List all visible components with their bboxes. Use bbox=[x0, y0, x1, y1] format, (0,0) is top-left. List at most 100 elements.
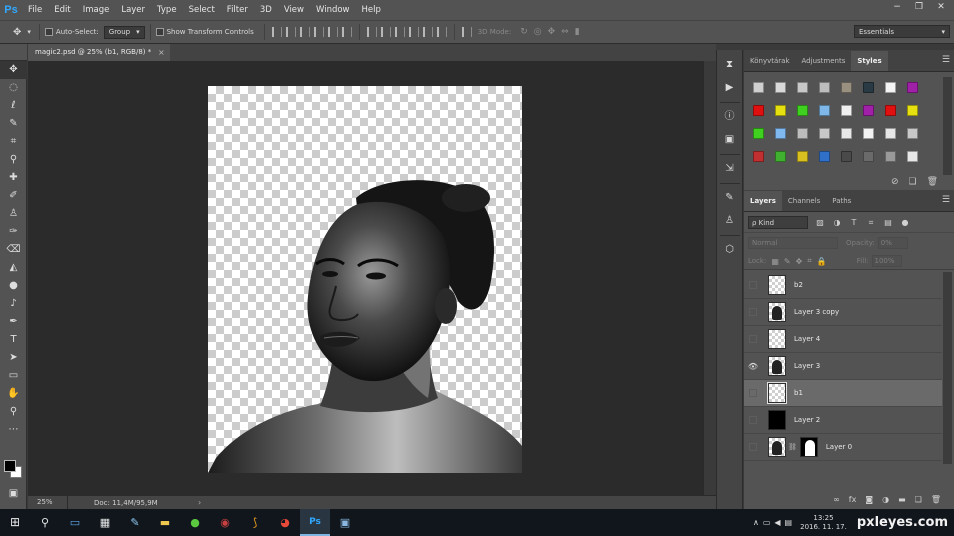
new-layer-icon[interactable]: ❏ bbox=[915, 495, 922, 504]
calculator-icon[interactable]: ▦ bbox=[90, 509, 120, 536]
trash-icon[interactable]: 🗑 bbox=[931, 495, 941, 504]
align-horizontal-center-icon[interactable] bbox=[327, 27, 338, 37]
link-layers-icon[interactable]: ∞ bbox=[833, 495, 840, 504]
panel-menu-icon[interactable]: ☰ bbox=[942, 195, 950, 205]
layer-thumbnail[interactable] bbox=[768, 410, 786, 430]
layer-thumbnail[interactable] bbox=[767, 382, 787, 404]
zoom-tool-icon[interactable]: ⚲ bbox=[0, 403, 27, 421]
distribute-horizontal-center-icon[interactable] bbox=[422, 27, 433, 37]
rectangle-tool-icon[interactable]: ▭ bbox=[0, 367, 27, 385]
auto-select-checkbox[interactable] bbox=[44, 28, 53, 36]
new-adjustment-layer-icon[interactable]: ◑ bbox=[882, 495, 889, 504]
style-swatch[interactable] bbox=[838, 102, 856, 120]
type-tool-icon[interactable]: T bbox=[0, 331, 27, 349]
align-right-icon[interactable] bbox=[341, 27, 352, 37]
notes-app-icon[interactable]: ✎ bbox=[120, 509, 150, 536]
tab-libraries[interactable]: Könyvtárak bbox=[744, 51, 796, 71]
style-swatch[interactable] bbox=[838, 79, 856, 97]
chevron-down-icon[interactable]: ▾ bbox=[24, 28, 34, 36]
trash-icon[interactable]: 🗑 bbox=[927, 177, 938, 187]
path-selection-tool-icon[interactable]: ➤ bbox=[0, 349, 27, 367]
transform-controls-checkbox[interactable] bbox=[155, 28, 164, 36]
style-swatch[interactable] bbox=[772, 148, 790, 166]
style-swatch[interactable] bbox=[772, 102, 790, 120]
maximize-button[interactable]: ❐ bbox=[908, 0, 930, 14]
layer-thumbnail[interactable] bbox=[768, 302, 786, 322]
pan-3d-icon[interactable]: ✥ bbox=[548, 27, 556, 37]
quick-mask-icon[interactable]: ▣ bbox=[0, 485, 27, 503]
hand-tool-icon[interactable]: ✋ bbox=[0, 385, 27, 403]
lock-transparent-icon[interactable]: ▦ bbox=[771, 257, 779, 266]
visibility-toggle[interactable] bbox=[749, 389, 757, 397]
document-tab[interactable]: magic2.psd @ 25% (b1, RGB/8) * × bbox=[28, 44, 170, 61]
tab-adjustments[interactable]: Adjustments bbox=[796, 51, 852, 71]
actions-panel-icon[interactable]: ▶ bbox=[717, 77, 742, 99]
menu-edit[interactable]: Edit bbox=[48, 0, 76, 20]
style-swatch[interactable] bbox=[794, 102, 812, 120]
lock-position-icon[interactable]: ✥ bbox=[796, 257, 803, 266]
style-swatch[interactable] bbox=[838, 125, 856, 143]
style-swatch[interactable] bbox=[904, 102, 922, 120]
canvas-area[interactable] bbox=[28, 61, 716, 495]
quick-selection-tool-icon[interactable]: ✎ bbox=[0, 115, 27, 133]
style-swatch[interactable] bbox=[816, 79, 834, 97]
styles-scrollbar[interactable] bbox=[943, 77, 952, 175]
search-icon[interactable]: ⚲ bbox=[30, 509, 60, 536]
navigator-panel-icon[interactable]: ▣ bbox=[717, 129, 742, 151]
chrome-icon[interactable]: ◕ bbox=[270, 509, 300, 536]
move-tool-icon[interactable]: ✥ bbox=[10, 27, 24, 38]
brush-presets-icon[interactable]: ✎ bbox=[717, 187, 742, 209]
distribute-top-icon[interactable] bbox=[366, 27, 377, 37]
menu-filter[interactable]: Filter bbox=[221, 0, 254, 20]
tab-styles[interactable]: Styles bbox=[851, 51, 888, 71]
mask-link-icon[interactable]: ⛓ bbox=[788, 443, 797, 451]
style-swatch[interactable] bbox=[816, 102, 834, 120]
workspace-dropdown[interactable]: Essentials ▾ bbox=[854, 25, 950, 38]
lasso-tool-icon[interactable]: ℓ bbox=[0, 97, 27, 115]
style-swatch[interactable] bbox=[904, 125, 922, 143]
visibility-toggle[interactable] bbox=[749, 335, 757, 343]
tools-panel-header[interactable] bbox=[0, 44, 27, 61]
close-button[interactable]: ✕ bbox=[930, 0, 952, 14]
menu-type[interactable]: Type bbox=[151, 0, 183, 20]
filter-shape-icon[interactable]: ⌗ bbox=[866, 218, 876, 228]
brush-tool-icon[interactable]: ✐ bbox=[0, 187, 27, 205]
style-swatch[interactable] bbox=[838, 148, 856, 166]
align-top-icon[interactable] bbox=[271, 27, 282, 37]
auto-select-target-dropdown[interactable]: Group ▾ bbox=[103, 25, 145, 39]
style-swatch[interactable] bbox=[750, 79, 768, 97]
layer-row[interactable]: Layer 3 copy bbox=[744, 299, 942, 326]
layer-row[interactable]: 👁 Layer 3 bbox=[744, 353, 942, 380]
panel-menu-icon[interactable]: ☰ bbox=[942, 55, 950, 65]
style-swatch[interactable] bbox=[750, 125, 768, 143]
photoshop-taskbar-icon[interactable]: Ps bbox=[300, 509, 330, 536]
status-menu-arrow[interactable]: › bbox=[198, 498, 201, 507]
chevron-up-icon[interactable]: ∧ bbox=[753, 518, 759, 527]
scale-3d-icon[interactable]: ▮ bbox=[575, 27, 580, 37]
style-swatch[interactable] bbox=[882, 79, 900, 97]
visibility-toggle[interactable] bbox=[749, 443, 757, 451]
visibility-toggle[interactable] bbox=[749, 308, 757, 316]
layer-thumbnail[interactable] bbox=[768, 437, 786, 457]
media-app-icon[interactable]: ◉ bbox=[210, 509, 240, 536]
menu-help[interactable]: Help bbox=[356, 0, 387, 20]
visibility-toggle[interactable] bbox=[749, 281, 757, 289]
move-tool-icon[interactable]: ✥ bbox=[0, 61, 27, 79]
layer-row[interactable]: b2 bbox=[744, 272, 942, 299]
foreground-color-swatch[interactable] bbox=[4, 460, 16, 472]
style-swatch[interactable] bbox=[904, 79, 922, 97]
distribute-vertical-center-icon[interactable] bbox=[380, 27, 391, 37]
layer-thumbnail[interactable] bbox=[768, 329, 786, 349]
clear-style-icon[interactable]: ⊘ bbox=[891, 177, 899, 187]
lock-image-icon[interactable]: ✎ bbox=[784, 257, 791, 266]
pen-tool-icon[interactable]: ✒ bbox=[0, 313, 27, 331]
network-icon[interactable]: ▭ bbox=[763, 518, 771, 527]
style-swatch[interactable] bbox=[882, 148, 900, 166]
style-swatch[interactable] bbox=[860, 148, 878, 166]
align-vertical-center-icon[interactable] bbox=[285, 27, 296, 37]
eyedropper-tool-icon[interactable]: ⚲ bbox=[0, 151, 27, 169]
vertical-scrollbar[interactable] bbox=[703, 61, 716, 495]
style-swatch[interactable] bbox=[794, 125, 812, 143]
slide-3d-icon[interactable]: ⇔ bbox=[561, 27, 569, 37]
crop-tool-icon[interactable]: ⌗ bbox=[0, 133, 27, 151]
